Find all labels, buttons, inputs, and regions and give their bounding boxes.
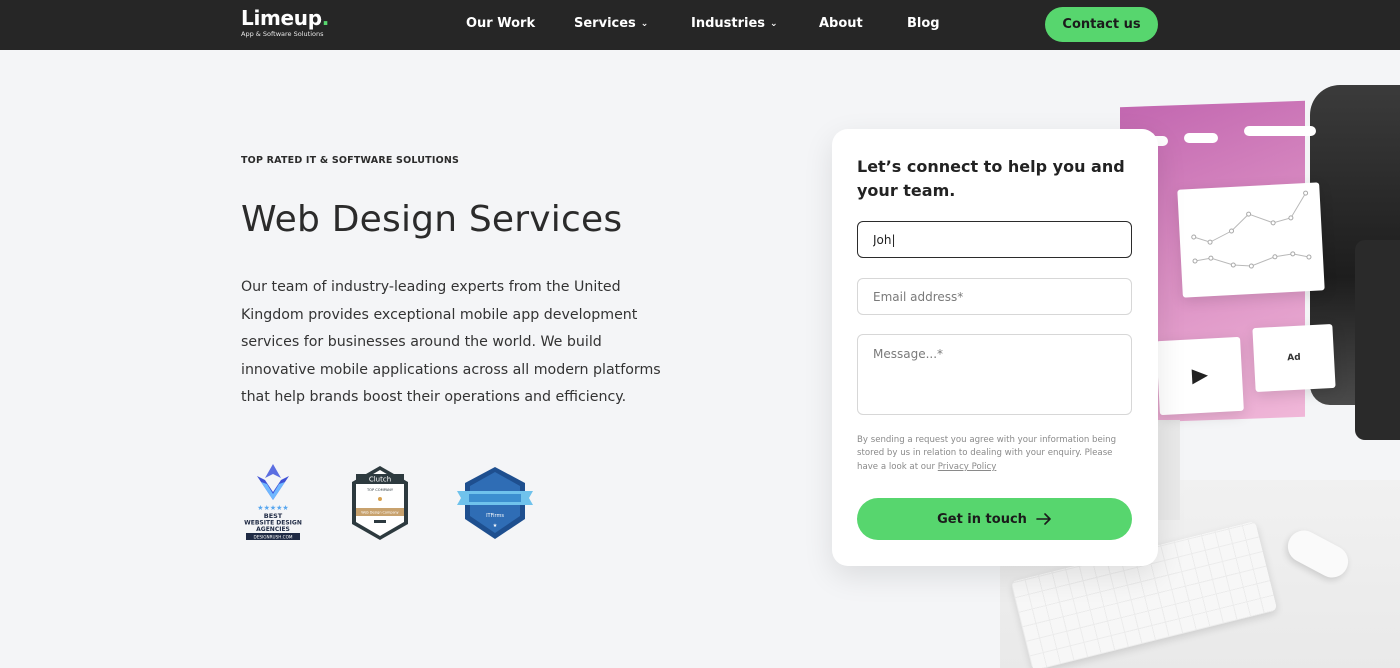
contact-form-card: Let’s connect to help you and your team.… — [832, 129, 1158, 566]
nav-link-our-work[interactable]: Our Work — [466, 16, 535, 31]
hero-description: Our team of industry-leading experts fro… — [241, 279, 661, 405]
nav-link-blog[interactable]: Blog — [907, 16, 940, 31]
mock-ad-card: Ad — [1252, 323, 1336, 393]
logo-tagline: App & Software Solutions — [241, 30, 324, 38]
get-in-touch-button[interactable]: Get in touch — [857, 498, 1132, 540]
form-heading: Let’s connect to help you and your team. — [857, 157, 1125, 200]
badge-text: Web Design Company — [361, 511, 398, 515]
logo-wordmark: Limeup. — [241, 6, 330, 30]
itfirms-brand-text: ITFirms — [486, 513, 504, 519]
chevron-down-icon: ⌄ — [770, 19, 778, 29]
designrush-flame-icon — [265, 464, 281, 478]
contact-us-button[interactable]: Contact us — [1045, 7, 1158, 42]
arrow-right-icon — [1036, 513, 1051, 525]
play-icon — [1191, 369, 1208, 385]
badge-text: AGENCIES — [256, 526, 290, 533]
email-field[interactable] — [857, 278, 1132, 315]
itfirms-award-badge: ITFirms ★ — [457, 467, 533, 539]
designrush-award-badge: ★★★★★ BEST WEBSITE DESIGN AGENCIES DESIG… — [244, 464, 302, 540]
rating-stars: ★★★★★ — [257, 504, 288, 512]
top-navbar: Limeup. App & Software Solutions Our Wor… — [0, 0, 1400, 50]
privacy-policy-link[interactable]: Privacy Policy — [938, 462, 997, 472]
hero-eyebrow: TOP RATED IT & SOFTWARE SOLUTIONS — [241, 155, 460, 166]
nav-link-about[interactable]: About — [819, 16, 863, 31]
nav-link-services[interactable]: Services ⌄ — [574, 16, 648, 31]
chevron-down-icon: ⌄ — [640, 19, 649, 29]
consent-text: By sending a request you agree with your… — [857, 435, 1117, 472]
mock-search-bar — [1244, 126, 1316, 136]
mock-video-card — [1156, 336, 1244, 416]
clutch-brand-text: Clutch — [369, 476, 391, 484]
clutch-award-badge: Clutch TOP COMPANY Web Design Company — [352, 466, 408, 540]
mock-line-chart-card — [1177, 182, 1325, 298]
page-title: Web Design Services — [241, 199, 623, 240]
name-field[interactable] — [857, 221, 1132, 258]
badge-text: TOP COMPANY — [366, 488, 394, 492]
clutch-star-icon — [378, 497, 382, 501]
logo[interactable]: Limeup. App & Software Solutions — [241, 6, 329, 39]
badge-site-text: DESIGNRUSH.COM — [253, 535, 292, 540]
nav-link-industries[interactable]: Industries ⌄ — [691, 16, 778, 31]
itfirms-star-icon: ★ — [493, 523, 498, 529]
message-field[interactable] — [857, 334, 1132, 415]
